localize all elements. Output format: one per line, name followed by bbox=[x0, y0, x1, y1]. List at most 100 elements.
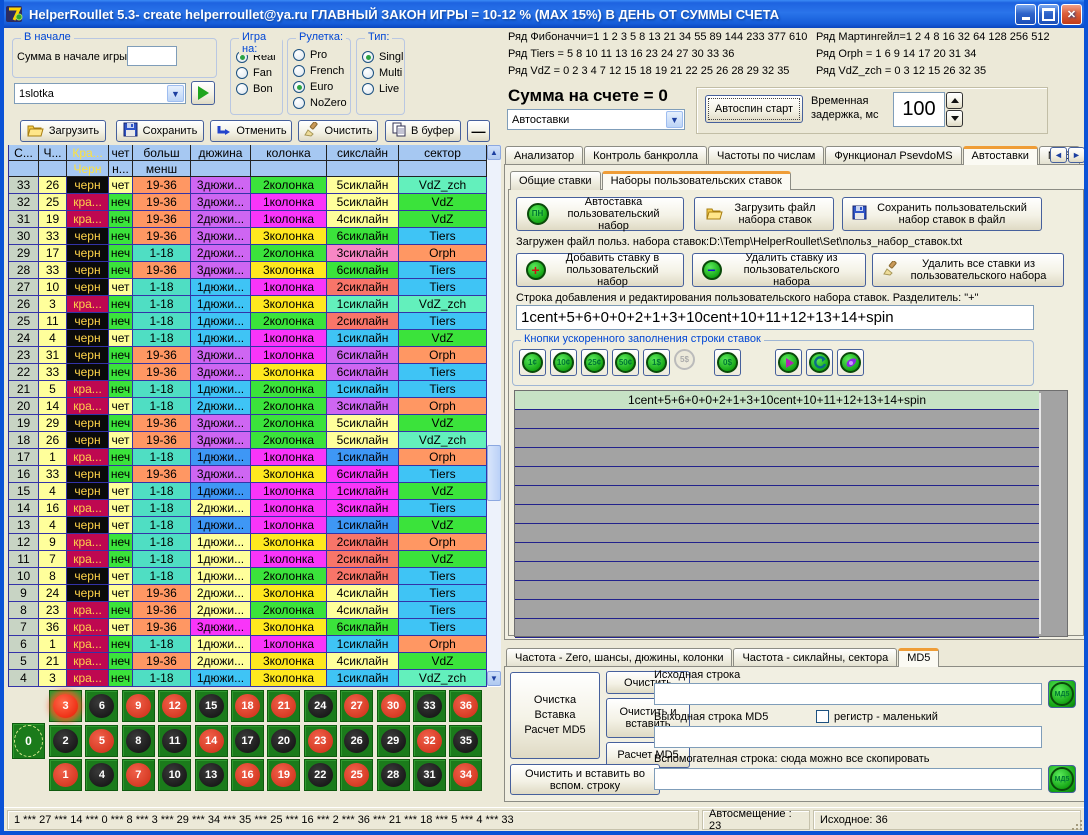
board-number-cell[interactable]: 34 bbox=[449, 759, 482, 791]
board-number-cell[interactable]: 8 bbox=[122, 725, 155, 757]
quick-coin-1c[interactable]: 1¢ bbox=[519, 349, 546, 376]
stake-list-empty-row[interactable] bbox=[515, 581, 1039, 600]
board-number-cell[interactable]: 4 bbox=[85, 759, 118, 791]
md5-output-input[interactable] bbox=[654, 726, 1042, 748]
stake-list-empty-row[interactable] bbox=[515, 467, 1039, 486]
stake-string-input[interactable] bbox=[516, 305, 1034, 330]
table-row[interactable]: 2917черннеч1-182дюжи...2колонка3сиклайнO… bbox=[9, 245, 501, 262]
main-tab-5[interactable]: Автоставки bbox=[963, 146, 1038, 165]
table-header-cell[interactable] bbox=[327, 161, 399, 177]
delete-stake-button[interactable]: − Удалить ставку из пользовательского на… bbox=[692, 253, 866, 287]
table-header-cell[interactable] bbox=[39, 161, 67, 177]
sub-tab-1[interactable]: Общие ставки bbox=[510, 171, 601, 190]
board-number-cell[interactable]: 27 bbox=[340, 690, 373, 722]
table-row[interactable]: 3225кра...неч19-363дюжи...1колонка5сикла… bbox=[9, 194, 501, 211]
radio-type-singl[interactable]: Singl bbox=[362, 51, 399, 63]
title-bar[interactable]: HelperRoullet 5.3- create helperroullet@… bbox=[0, 0, 1088, 28]
chevron-down-icon[interactable]: ▼ bbox=[666, 111, 683, 128]
table-header-cell[interactable]: сектор bbox=[399, 145, 487, 161]
board-number-cell[interactable]: 12 bbox=[158, 690, 191, 722]
board-number-cell[interactable]: 23 bbox=[304, 725, 337, 757]
quick-coin-1usd[interactable]: 1$ bbox=[643, 349, 670, 376]
table-scrollbar[interactable]: ▲ ▼ bbox=[487, 145, 501, 686]
board-number-cell[interactable]: 21 bbox=[267, 690, 300, 722]
table-header-cell[interactable]: больш bbox=[133, 145, 191, 161]
table-row[interactable]: 2233черннеч19-363дюжи...3колонка6сиклайн… bbox=[9, 364, 501, 381]
board-number-cell[interactable]: 20 bbox=[267, 725, 300, 757]
quick-play-button[interactable] bbox=[775, 349, 802, 376]
quick-coin-50c[interactable]: 50¢ bbox=[612, 349, 639, 376]
md5-clear-paste-calc-button[interactable]: Очистка Вставка Расчет MD5 bbox=[510, 672, 600, 759]
board-number-cell[interactable]: 3 bbox=[49, 690, 82, 722]
freq-tab-2[interactable]: Частота - сиклайны, сектора bbox=[733, 648, 897, 667]
md5-source-input[interactable] bbox=[654, 683, 1042, 705]
board-number-cell[interactable]: 17 bbox=[231, 725, 264, 757]
table-row[interactable]: 823кра...неч19-362дюжи...2колонка4сиклай… bbox=[9, 602, 501, 619]
radio-roulette-french[interactable]: French bbox=[293, 65, 345, 77]
start-play-button[interactable] bbox=[191, 81, 215, 105]
radio-type-live[interactable]: Live bbox=[362, 83, 399, 95]
quick-spin-button[interactable] bbox=[837, 349, 864, 376]
table-row[interactable]: 2014кра...чет1-182дюжи...2колонка3сиклай… bbox=[9, 398, 501, 415]
board-number-cell[interactable]: 5 bbox=[85, 725, 118, 757]
table-row[interactable]: 1826чернчет19-363дюжи...2колонка5сиклайн… bbox=[9, 432, 501, 449]
table-row[interactable]: 129кра...неч1-181дюжи...3колонка2сиклайн… bbox=[9, 534, 501, 551]
tabs-scroll-left-icon[interactable]: ◄ bbox=[1050, 147, 1067, 163]
board-number-cell[interactable]: 15 bbox=[195, 690, 228, 722]
md5-run-aux-button[interactable]: МД5 bbox=[1048, 765, 1076, 793]
stake-list-empty-row[interactable] bbox=[515, 410, 1039, 429]
table-header-cell[interactable]: колонка bbox=[251, 145, 327, 161]
board-number-cell[interactable]: 19 bbox=[267, 759, 300, 791]
toolbar-folder-open-button[interactable]: Загрузить bbox=[20, 120, 106, 142]
radio-type-multi[interactable]: Multi bbox=[362, 67, 399, 79]
table-header-cell[interactable]: менш bbox=[133, 161, 191, 177]
radio-game-bon[interactable]: Bon bbox=[236, 83, 277, 95]
table-header-cell[interactable]: С... bbox=[9, 145, 39, 161]
stake-list-empty-row[interactable] bbox=[515, 600, 1039, 619]
table-row[interactable]: 43кра...неч1-181дюжи...3колонка1сиклайнV… bbox=[9, 670, 501, 687]
md5-case-checkbox[interactable] bbox=[816, 710, 829, 723]
table-row[interactable]: 736кра...чет19-363дюжи...3колонка6сиклай… bbox=[9, 619, 501, 636]
scroll-up-icon[interactable]: ▲ bbox=[487, 145, 501, 160]
board-number-cell[interactable]: 16 bbox=[231, 759, 264, 791]
radio-game-fan[interactable]: Fan bbox=[236, 67, 277, 79]
table-row[interactable]: 134чернчет1-181дюжи...1колонка1сиклайнVd… bbox=[9, 517, 501, 534]
table-row[interactable]: 1416кра...чет1-182дюжи...1колонка3сиклай… bbox=[9, 500, 501, 517]
table-row[interactable]: 1633черннеч19-363дюжи...3колонка6сиклайн… bbox=[9, 466, 501, 483]
board-number-cell[interactable]: 28 bbox=[377, 759, 410, 791]
quick-coin-25c[interactable]: 25¢ bbox=[581, 349, 608, 376]
stake-list-empty-row[interactable] bbox=[515, 562, 1039, 581]
board-number-cell[interactable]: 35 bbox=[449, 725, 482, 757]
board-number-cell[interactable]: 22 bbox=[304, 759, 337, 791]
freq-tab-3[interactable]: MD5 bbox=[898, 648, 939, 667]
board-number-cell[interactable]: 2 bbox=[49, 725, 82, 757]
table-header-cell[interactable]: чет bbox=[109, 145, 133, 161]
quick-coin-0usd[interactable]: 0$ bbox=[714, 349, 741, 376]
table-row[interactable]: 244чернчет1-181дюжи...1колонка1сиклайнVd… bbox=[9, 330, 501, 347]
table-row[interactable]: 117кра...неч1-181дюжи...1колонка2сиклайн… bbox=[9, 551, 501, 568]
table-row[interactable]: 215кра...неч1-181дюжи...2колонка1сиклайн… bbox=[9, 381, 501, 398]
board-number-cell[interactable]: 14 bbox=[195, 725, 228, 757]
autostake-set-button[interactable]: ПН Автоставка пользовательский набор bbox=[516, 197, 684, 231]
board-number-cell[interactable]: 32 bbox=[413, 725, 446, 757]
toolbar-undo-button[interactable]: Отменить bbox=[210, 120, 292, 142]
board-number-cell[interactable]: 25 bbox=[340, 759, 373, 791]
board-number-cell[interactable]: 11 bbox=[158, 725, 191, 757]
table-row[interactable]: 3033черннеч19-363дюжи...3колонка6сиклайн… bbox=[9, 228, 501, 245]
table-header-cell[interactable]: Кра... bbox=[67, 145, 109, 161]
table-row[interactable]: 171кра...неч1-181дюжи...1колонка1сиклайн… bbox=[9, 449, 501, 466]
board-number-cell[interactable]: 31 bbox=[413, 759, 446, 791]
spin-down-icon[interactable] bbox=[946, 110, 963, 127]
collapse-button[interactable]: — bbox=[467, 120, 490, 142]
board-number-cell[interactable]: 7 bbox=[122, 759, 155, 791]
board-zero-cell[interactable]: 0 bbox=[12, 723, 45, 759]
table-header-cell[interactable]: дюжина bbox=[191, 145, 251, 161]
scroll-thumb[interactable] bbox=[487, 445, 501, 501]
main-tab-3[interactable]: Частоты по числам bbox=[708, 146, 824, 165]
stake-list[interactable]: 1cent+5+6+0+0+2+1+3+10cent+10+11+12+13+1… bbox=[514, 390, 1068, 637]
table-row[interactable]: 2331черннеч19-363дюжи...1колонка6сиклайн… bbox=[9, 347, 501, 364]
sub-tab-2[interactable]: Наборы пользовательских ставок bbox=[602, 171, 791, 190]
preset-dropdown[interactable]: 1slotka ▼ bbox=[14, 83, 186, 104]
table-header-cell[interactable]: сикслайн bbox=[327, 145, 399, 161]
tabs-scroll-right-icon[interactable]: ► bbox=[1068, 147, 1085, 163]
